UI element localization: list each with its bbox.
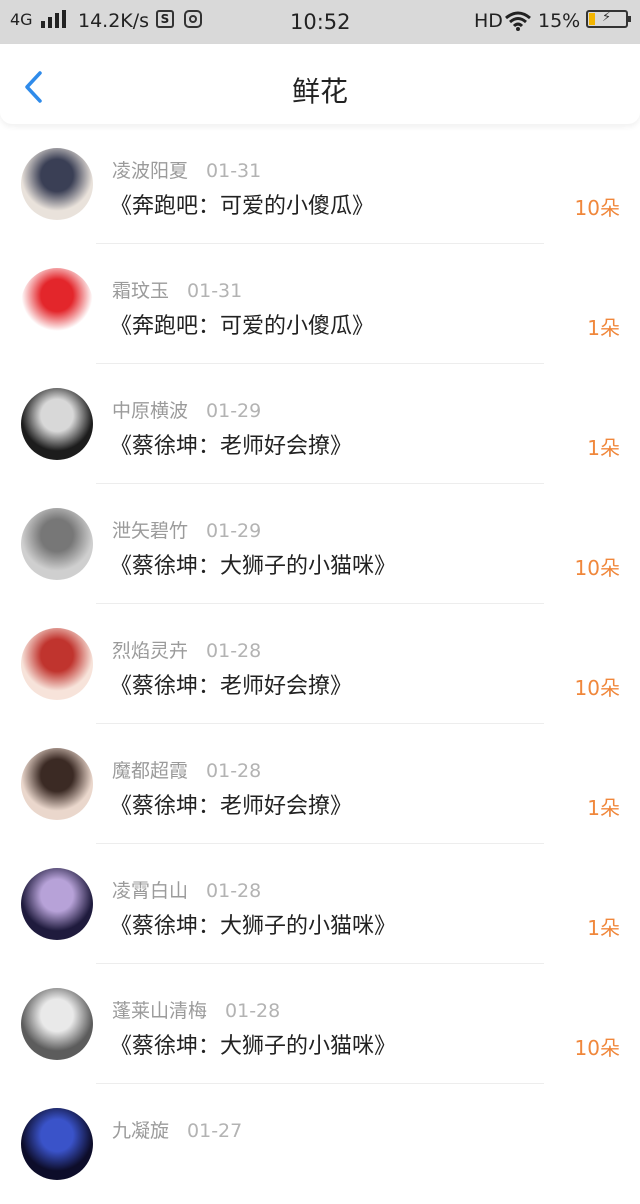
gift-date: 01-27 bbox=[187, 1120, 243, 1142]
list-item[interactable]: 凌霄白山 01-28 《蔡徐坤：大狮子的小猫咪》 1朵 bbox=[0, 844, 640, 964]
avatar[interactable] bbox=[21, 748, 93, 820]
avatar[interactable] bbox=[21, 388, 93, 460]
list-item[interactable]: 蓬莱山清梅 01-28 《蔡徐坤：大狮子的小猫咪》 10朵 bbox=[0, 964, 640, 1084]
network-type: 4G bbox=[10, 10, 33, 29]
avatar[interactable] bbox=[21, 148, 93, 220]
work-title[interactable]: 《蔡徐坤：老师好会撩》 bbox=[110, 668, 352, 700]
work-title[interactable]: 《奔跑吧：可爱的小傻瓜》 bbox=[110, 308, 374, 340]
gift-date: 01-28 bbox=[206, 880, 262, 902]
list-item-meta: 凌波阳夏 01-31 bbox=[112, 156, 261, 183]
sync-icon bbox=[184, 10, 202, 28]
list-item-meta: 蓬莱山清梅 01-28 bbox=[112, 996, 280, 1023]
flower-count: 1朵 bbox=[587, 436, 620, 460]
work-title[interactable]: 《蔡徐坤：大狮子的小猫咪》 bbox=[110, 1028, 396, 1060]
list-item-meta: 魔都超霞 01-28 bbox=[112, 756, 261, 783]
gift-date: 01-31 bbox=[206, 160, 262, 182]
gift-date: 01-31 bbox=[187, 280, 243, 302]
flower-count: 1朵 bbox=[587, 796, 620, 820]
hd-indicator: HD bbox=[474, 10, 503, 32]
user-name[interactable]: 魔都超霞 bbox=[112, 760, 188, 782]
work-title[interactable]: 《蔡徐坤：大狮子的小猫咪》 bbox=[110, 908, 396, 940]
status-bar: 4G 14.2K/s S 10:52 HD 15% ⚡ bbox=[0, 0, 640, 44]
battery-charging-icon: ⚡ bbox=[586, 10, 631, 28]
avatar[interactable] bbox=[21, 988, 93, 1060]
work-title[interactable]: 《奔跑吧：可爱的小傻瓜》 bbox=[110, 188, 374, 220]
avatar[interactable] bbox=[21, 508, 93, 580]
flower-count: 1朵 bbox=[587, 916, 620, 940]
list-item[interactable]: 烈焰灵卉 01-28 《蔡徐坤：老师好会撩》 10朵 bbox=[0, 604, 640, 724]
work-title[interactable]: 《蔡徐坤：老师好会撩》 bbox=[110, 788, 352, 820]
flower-count: 10朵 bbox=[574, 1036, 620, 1060]
battery-percent: 15% bbox=[538, 10, 581, 32]
clock: 10:52 bbox=[290, 10, 351, 34]
avatar[interactable] bbox=[21, 1108, 93, 1180]
gift-date: 01-28 bbox=[225, 1000, 281, 1022]
avatar[interactable] bbox=[21, 628, 93, 700]
gift-date: 01-29 bbox=[206, 520, 262, 542]
flower-count: 1朵 bbox=[587, 316, 620, 340]
wifi-icon bbox=[504, 10, 532, 37]
flower-list: 凌波阳夏 01-31 《奔跑吧：可爱的小傻瓜》 10朵 霜玟玉 01-31 《奔跑吧：可爱的… bbox=[0, 124, 640, 1204]
page-title: 鲜花 bbox=[291, 75, 348, 108]
list-item[interactable]: 魔都超霞 01-28 《蔡徐坤：老师好会撩》 1朵 bbox=[0, 724, 640, 844]
flower-count: 10朵 bbox=[574, 196, 620, 220]
user-name[interactable]: 凌霄白山 bbox=[112, 880, 188, 902]
flower-count: 10朵 bbox=[574, 676, 620, 700]
user-name[interactable]: 霜玟玉 bbox=[112, 280, 169, 302]
network-speed: 14.2K/s bbox=[78, 10, 150, 32]
gift-date: 01-28 bbox=[206, 640, 262, 662]
avatar[interactable] bbox=[21, 868, 93, 940]
nav-bar: 鲜花 bbox=[0, 44, 640, 124]
user-name[interactable]: 泄矢碧竹 bbox=[112, 520, 188, 542]
list-item[interactable]: 泄矢碧竹 01-29 《蔡徐坤：大狮子的小猫咪》 10朵 bbox=[0, 484, 640, 604]
list-item-meta: 九凝旋 01-27 bbox=[112, 1116, 242, 1143]
list-item[interactable]: 凌波阳夏 01-31 《奔跑吧：可爱的小傻瓜》 10朵 bbox=[0, 124, 640, 244]
list-item-meta: 烈焰灵卉 01-28 bbox=[112, 636, 261, 663]
list-item-meta: 霜玟玉 01-31 bbox=[112, 276, 242, 303]
user-name[interactable]: 烈焰灵卉 bbox=[112, 640, 188, 662]
list-item-meta: 中原横波 01-29 bbox=[112, 396, 261, 423]
list-item-meta: 凌霄白山 01-28 bbox=[112, 876, 261, 903]
work-title[interactable]: 《蔡徐坤：大狮子的小猫咪》 bbox=[110, 548, 396, 580]
list-item[interactable]: 中原横波 01-29 《蔡徐坤：老师好会撩》 1朵 bbox=[0, 364, 640, 484]
signal-bars-icon bbox=[40, 10, 68, 33]
user-name[interactable]: 九凝旋 bbox=[112, 1120, 169, 1142]
list-item-meta: 泄矢碧竹 01-29 bbox=[112, 516, 261, 543]
avatar[interactable] bbox=[21, 268, 93, 340]
flower-count: 10朵 bbox=[574, 556, 620, 580]
work-title[interactable]: 《蔡徐坤：老师好会撩》 bbox=[110, 428, 352, 460]
user-name[interactable]: 凌波阳夏 bbox=[112, 160, 188, 182]
gift-date: 01-28 bbox=[206, 760, 262, 782]
list-item[interactable]: 霜玟玉 01-31 《奔跑吧：可爱的小傻瓜》 1朵 bbox=[0, 244, 640, 364]
list-item[interactable]: 九凝旋 01-27 bbox=[0, 1084, 640, 1204]
gift-date: 01-29 bbox=[206, 400, 262, 422]
user-name[interactable]: 中原横波 bbox=[112, 400, 188, 422]
user-name[interactable]: 蓬莱山清梅 bbox=[112, 1000, 207, 1022]
s-app-icon: S bbox=[156, 10, 174, 28]
